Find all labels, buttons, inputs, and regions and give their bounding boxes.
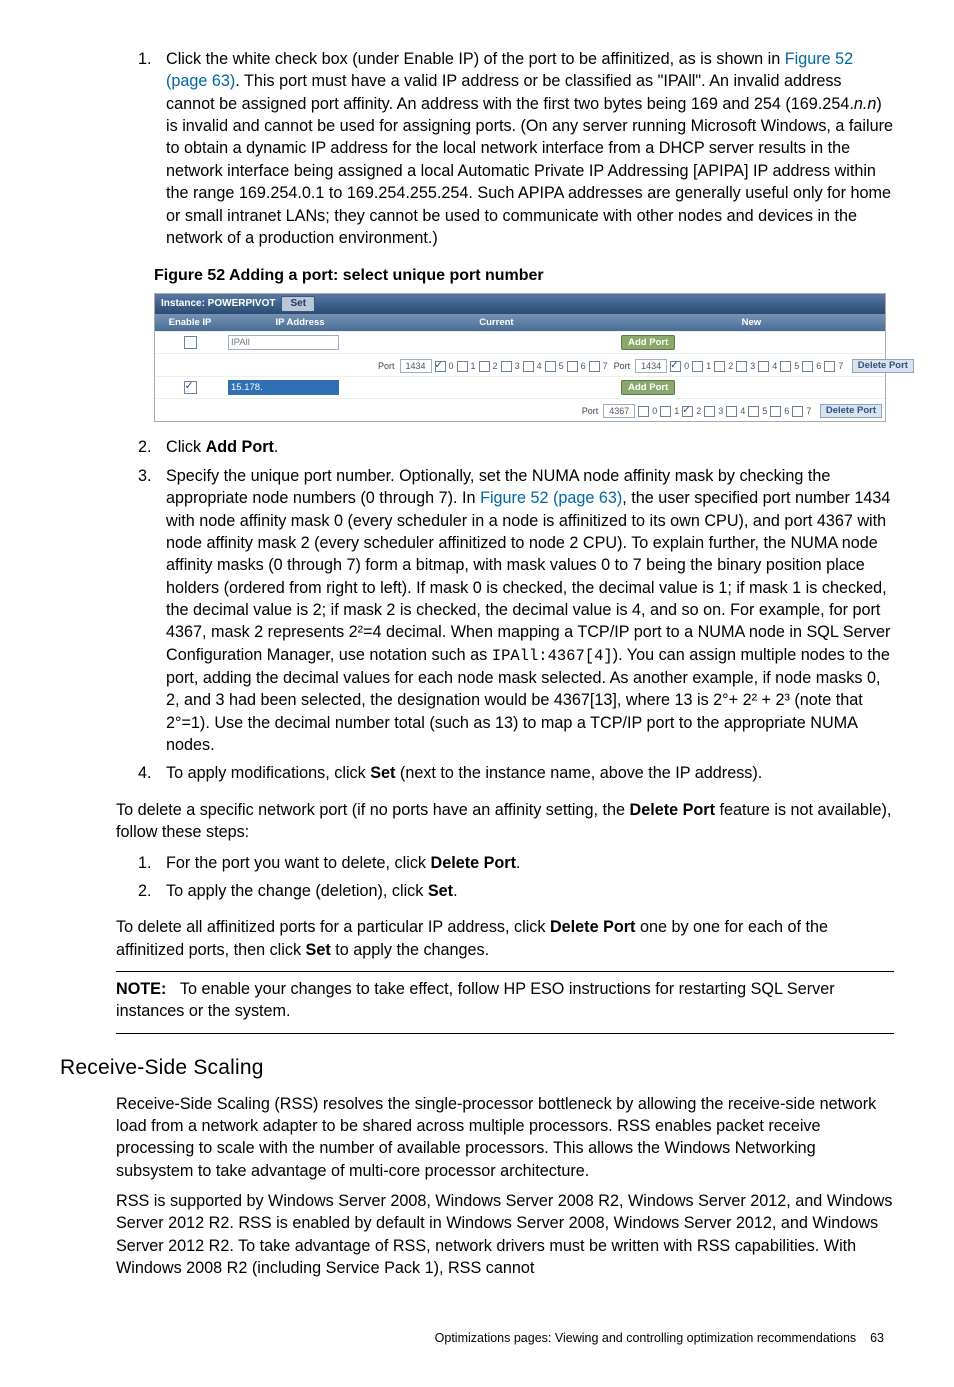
footer-page-number: 63 [870, 1331, 884, 1345]
mask-cur-4 [523, 361, 534, 372]
mask-new1-0[interactable] [670, 361, 681, 372]
mask-new1-7[interactable] [824, 361, 835, 372]
mask-new1-6[interactable] [802, 361, 813, 372]
note-separator-top [116, 971, 894, 972]
ipall-code: IPAll:4367[4] [492, 647, 613, 665]
mask-new2-4[interactable] [726, 406, 737, 417]
instance-label: Instance: POWERPIVOT [161, 297, 275, 311]
delete-port-button-2[interactable]: Delete Port [820, 404, 882, 418]
mask-cur-5 [545, 361, 556, 372]
delete-port-button-1[interactable]: Delete Port [852, 359, 914, 373]
step-2: Click Add Port. [156, 436, 894, 458]
rss-para-1: Receive-Side Scaling (RSS) resolves the … [116, 1093, 894, 1182]
mask-new2-2[interactable] [682, 406, 693, 417]
note-label: NOTE: [116, 980, 166, 998]
mask-new2-1[interactable] [660, 406, 671, 417]
delete-step-2: To apply the change (deletion), click Se… [156, 880, 894, 902]
port-new-2[interactable]: 4367 [603, 404, 635, 418]
step1-italic: n.n [854, 95, 877, 113]
mask-cur-7 [589, 361, 600, 372]
mask-new2-5[interactable] [748, 406, 759, 417]
add-port-button-1[interactable]: Add Port [621, 335, 675, 350]
port-label-new1: Port [614, 360, 631, 372]
step1-text-a: Click the white check box (under Enable … [166, 50, 785, 68]
mask-new2-7[interactable] [792, 406, 803, 417]
hdr-current: Current [375, 314, 618, 331]
enable-ip-checkbox-1[interactable] [184, 336, 197, 349]
mask-cur-6 [567, 361, 578, 372]
delete-all-para: To delete all affinitized ports for a pa… [116, 916, 894, 961]
mask-new2-3[interactable] [704, 406, 715, 417]
port-label-new2: Port [582, 405, 599, 417]
mask-new2-6[interactable] [770, 406, 781, 417]
mask-cur-1 [457, 361, 468, 372]
footer-text: Optimizations pages: Viewing and control… [435, 1331, 857, 1345]
delete-step-1: For the port you want to delete, click D… [156, 852, 894, 874]
set-label: Set [370, 764, 395, 782]
mask-new1-3[interactable] [736, 361, 747, 372]
rss-para-2: RSS is supported by Windows Server 2008,… [116, 1190, 894, 1279]
hdr-ip-address: IP Address [225, 314, 375, 331]
enable-ip-checkbox-2[interactable] [184, 381, 197, 394]
mask-new1-4[interactable] [758, 361, 769, 372]
port-label-cur: Port [378, 360, 395, 372]
delete-intro-para: To delete a specific network port (if no… [116, 799, 894, 844]
mask-cur-0 [435, 361, 446, 372]
figure-caption: Figure 52 Adding a port: select unique p… [154, 265, 894, 287]
heading-rss: Receive-Side Scaling [60, 1054, 894, 1083]
set-button[interactable]: Set [281, 296, 315, 312]
figure-link-2[interactable]: Figure 52 (page 63) [480, 489, 622, 507]
mask-new1-1[interactable] [692, 361, 703, 372]
page-footer: Optimizations pages: Viewing and control… [60, 1330, 894, 1347]
mask-new2-0[interactable] [638, 406, 649, 417]
step-1: Click the white check box (under Enable … [156, 48, 894, 249]
hdr-new: New [618, 314, 885, 331]
port-new-1[interactable]: 1434 [635, 359, 667, 373]
figure-52-image: Instance: POWERPIVOT Set Enable IP IP Ad… [154, 293, 894, 422]
mask-cur-3 [501, 361, 512, 372]
ip-field-2[interactable]: 15.178. [228, 380, 339, 395]
step-3: Specify the unique port number. Optional… [156, 465, 894, 757]
note-separator-bottom [116, 1033, 894, 1034]
ip-field-1[interactable]: IPAll [228, 335, 339, 350]
step1-text-b: . This port must have a valid IP address… [166, 72, 854, 112]
step1-text-c: ) is invalid and cannot be used for assi… [166, 95, 893, 247]
mask-new1-5[interactable] [780, 361, 791, 372]
note-block: NOTE: To enable your changes to take eff… [116, 978, 894, 1023]
hdr-enable-ip: Enable IP [155, 314, 225, 331]
mask-cur-2 [479, 361, 490, 372]
mask-new1-2[interactable] [714, 361, 725, 372]
port-cur-1: 1434 [400, 359, 432, 373]
step-4: To apply modifications, click Set (next … [156, 762, 894, 784]
note-text: To enable your changes to take effect, f… [116, 980, 835, 1020]
add-port-label: Add Port [206, 438, 274, 456]
add-port-button-2[interactable]: Add Port [621, 380, 675, 395]
